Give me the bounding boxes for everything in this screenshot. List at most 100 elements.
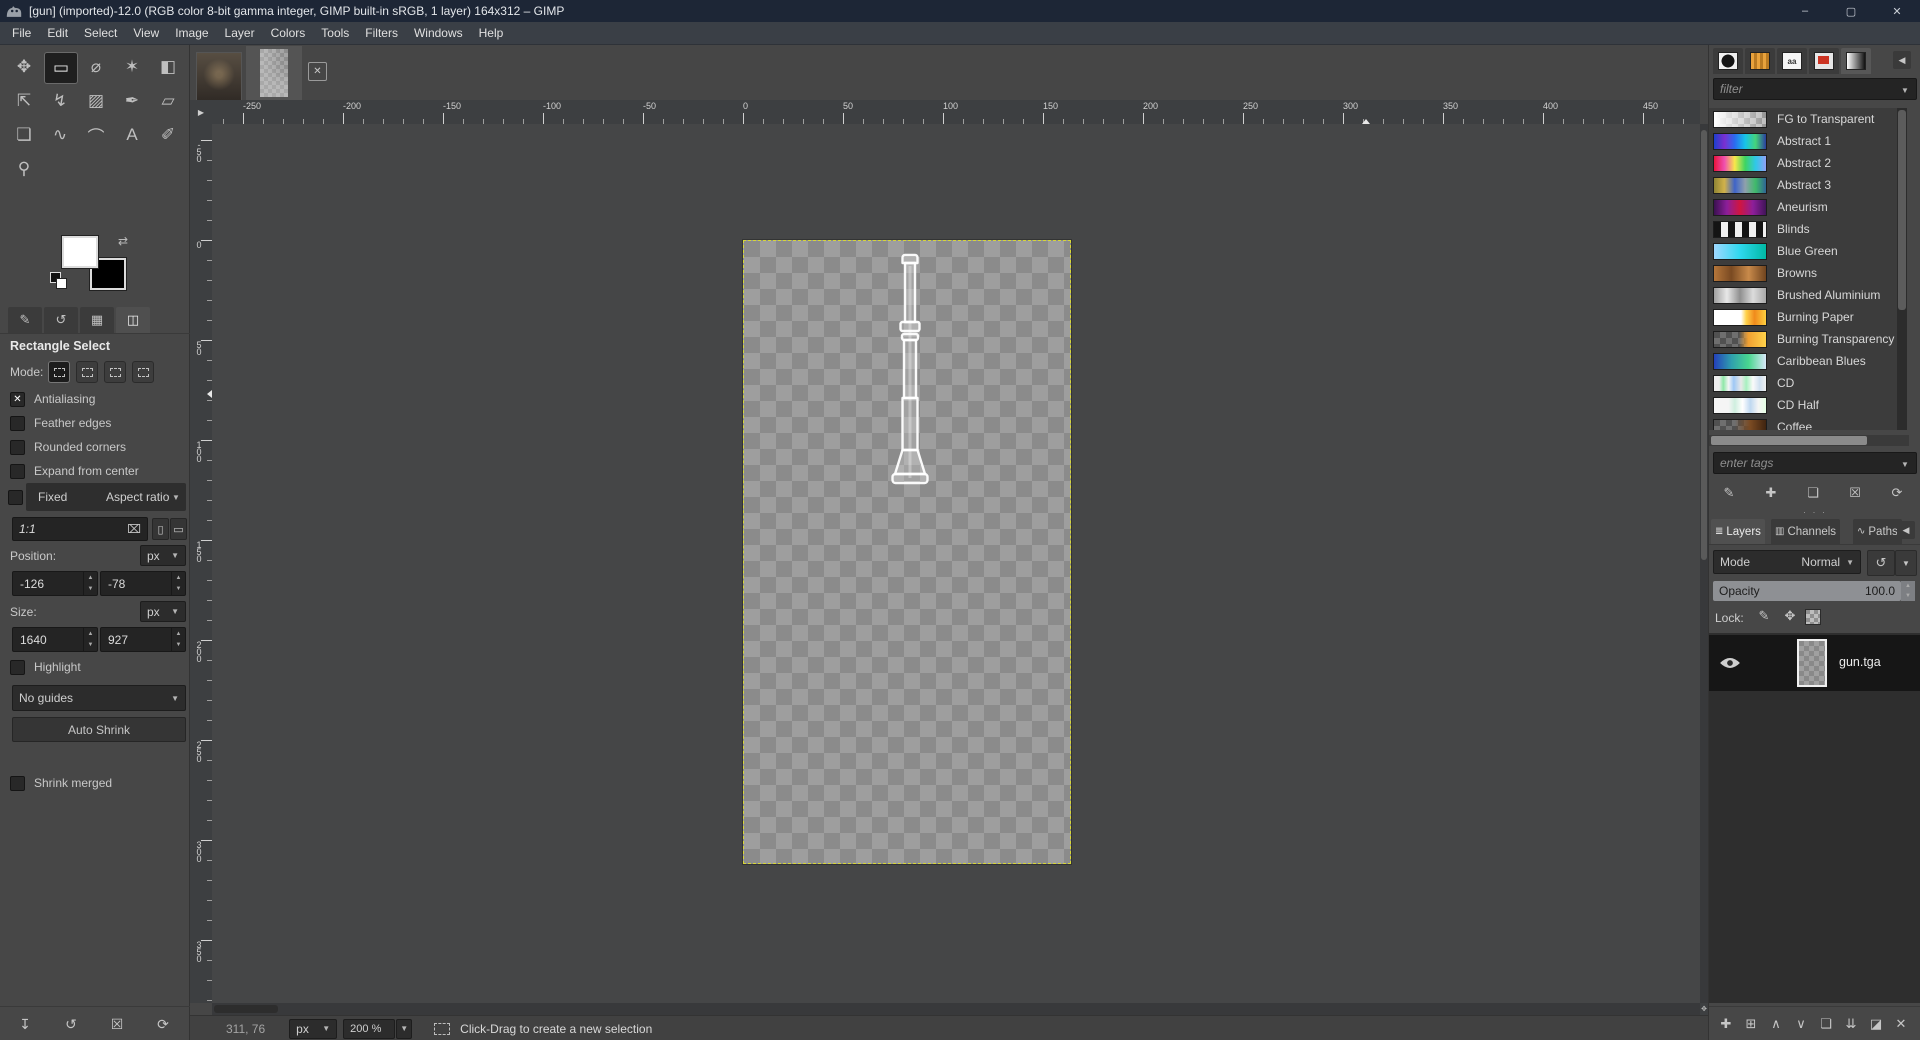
close-button[interactable]: ✕ (1874, 0, 1920, 22)
tags-caret-icon[interactable] (1901, 460, 1909, 469)
layer-row-selected[interactable]: gun.tga (1709, 635, 1920, 691)
tool-option-checkbox[interactable]: Antialiasing (10, 387, 186, 411)
size-height-spinner[interactable] (171, 628, 185, 651)
aspect-ratio-dropdown[interactable]: Aspect ratio (106, 490, 169, 504)
edit-gradient-button[interactable]: ✎ (1717, 481, 1741, 505)
mode-add-button[interactable] (76, 361, 98, 383)
position-y-spinner[interactable] (171, 572, 185, 595)
menu-item[interactable]: View (125, 23, 167, 43)
layer-thumbnail[interactable] (1797, 639, 1827, 687)
navigation-button[interactable]: ✥ (1700, 1003, 1708, 1015)
menu-item[interactable]: Windows (406, 23, 471, 43)
tags-input[interactable] (1713, 452, 1917, 474)
tool-option-checkbox[interactable]: Rounded corners (10, 435, 186, 459)
gradient-item[interactable]: Aneurism (1709, 196, 1897, 218)
tool-options-tab[interactable]: ✎ (8, 307, 42, 333)
warp-tool[interactable]: ↯ (44, 86, 76, 116)
zoom-level-dropdown[interactable]: 200 % (343, 1019, 395, 1039)
position-unit-dropdown[interactable]: px (140, 545, 186, 566)
image-canvas[interactable] (743, 240, 1071, 864)
auto-shrink-button[interactable]: Auto Shrink (12, 717, 186, 742)
fixed-checkbox[interactable] (8, 490, 23, 505)
maximize-button[interactable]: ▢ (1828, 0, 1874, 22)
opacity-slider[interactable]: Opacity 100.0 (1713, 581, 1901, 601)
reset-mode-button[interactable]: ↺ (1867, 550, 1895, 576)
restore-tool-preset-button[interactable]: ↺ (60, 1013, 82, 1035)
lower-layer-button[interactable]: ∨ (1790, 1013, 1812, 1035)
gradient-item[interactable]: CD Half (1709, 394, 1897, 416)
delete-tool-preset-button[interactable]: ☒ (106, 1013, 128, 1035)
raise-layer-button[interactable]: ∧ (1765, 1013, 1787, 1035)
mode-subtract-button[interactable] (104, 361, 126, 383)
menu-item[interactable]: Image (167, 23, 216, 43)
swap-colors-icon[interactable]: ⇄ (118, 234, 128, 248)
size-unit-dropdown[interactable]: px (140, 601, 186, 622)
reset-tool-options-button[interactable]: ⟳ (152, 1013, 174, 1035)
gradient-item[interactable]: Coffee (1709, 416, 1897, 430)
position-y-field[interactable]: -78 (100, 571, 186, 596)
gradient-item[interactable]: Abstract 1 (1709, 130, 1897, 152)
horizontal-ruler[interactable]: -250 -200 -150 -100 -50 0 50 100 150 200… (212, 100, 1700, 125)
gradient-item[interactable]: Abstract 2 (1709, 152, 1897, 174)
canvas-vertical-scrollbar[interactable] (1700, 124, 1708, 1003)
color-picker-tool[interactable]: ✐ (152, 120, 184, 150)
new-gradient-button[interactable]: ✚ (1759, 481, 1783, 505)
foreground-color-swatch[interactable] (62, 236, 98, 268)
gradient-item[interactable]: Blue Green (1709, 240, 1897, 262)
menu-item[interactable]: Edit (39, 23, 76, 43)
menu-item[interactable]: Tools (313, 23, 357, 43)
collapse-layers-dock-icon[interactable]: ◀ (1897, 521, 1915, 539)
scrollbar-thumb[interactable] (1701, 130, 1707, 560)
highlight-checkbox[interactable]: Highlight (10, 655, 199, 679)
menu-item[interactable]: Filters (357, 23, 406, 43)
lock-position-button[interactable]: ✥ (1779, 605, 1801, 627)
size-height-field[interactable]: 927 (100, 627, 186, 652)
duplicate-gradient-button[interactable]: ❏ (1801, 481, 1825, 505)
filter-caret-icon[interactable] (1901, 86, 1909, 95)
menu-item[interactable]: Colors (263, 23, 314, 43)
fonts-tab[interactable]: aa (1777, 48, 1807, 74)
zoom-tool[interactable]: ⚲ (8, 154, 40, 184)
gradient-item[interactable]: Burning Paper (1709, 306, 1897, 328)
tool-option-checkbox[interactable]: Feather edges (10, 411, 186, 435)
gradient-hscrollbar[interactable] (1709, 435, 1909, 446)
gradient-item[interactable]: Blinds (1709, 218, 1897, 240)
layer-name[interactable]: gun.tga (1839, 655, 1881, 669)
dock-resize-handle[interactable]: · · · (1709, 507, 1920, 517)
ruler-origin-button[interactable]: ▶ (190, 100, 213, 125)
gradient-item[interactable]: Brushed Aluminium (1709, 284, 1897, 306)
menu-item[interactable]: Select (76, 23, 125, 43)
clear-ratio-icon[interactable]: ⌧ (126, 521, 142, 537)
mode-intersect-button[interactable] (132, 361, 154, 383)
eraser-tool[interactable]: ▱ (152, 86, 184, 116)
delete-gradient-button[interactable]: ☒ (1843, 481, 1867, 505)
gradient-item[interactable]: Caribbean Blues (1709, 350, 1897, 372)
gradient-tool[interactable]: ▨ (80, 86, 112, 116)
mode-replace-button[interactable] (48, 361, 70, 383)
undo-history-tab[interactable]: ↺ (44, 307, 78, 333)
save-tool-preset-button[interactable]: ↧ (14, 1013, 36, 1035)
guides-dropdown[interactable]: No guides (12, 685, 186, 711)
position-x-spinner[interactable] (83, 572, 97, 595)
gradient-item[interactable]: FG to Transparent (1709, 108, 1897, 130)
channels[interactable]: ▥Channels (1771, 519, 1840, 544)
lock-alpha-button[interactable] (1805, 609, 1821, 625)
scrollbar-thumb[interactable] (1711, 436, 1867, 445)
menu-item[interactable]: Help (471, 23, 512, 43)
position-x-field[interactable]: -126 (12, 571, 98, 596)
canvas-viewport[interactable] (212, 124, 1700, 1003)
size-width-spinner[interactable] (83, 628, 97, 651)
layer-visibility-eye-icon[interactable] (1719, 656, 1741, 670)
bucket-fill-tool[interactable]: ◧ (152, 52, 184, 82)
gradients-tab[interactable] (1841, 48, 1871, 74)
merge-layer-button[interactable]: ⇊ (1840, 1013, 1862, 1035)
device-status-tab[interactable]: ▦ (80, 307, 114, 333)
scrollbar-thumb[interactable] (214, 1005, 278, 1013)
lock-pixels-button[interactable]: ✎ (1753, 605, 1775, 627)
document-history-tab[interactable] (1809, 48, 1839, 74)
size-width-field[interactable]: 1640 (12, 627, 98, 652)
gradient-filter-input[interactable] (1713, 78, 1917, 100)
zoom-caret-button[interactable] (396, 1019, 412, 1039)
gradient-item[interactable]: CD (1709, 372, 1897, 394)
paths-tool[interactable]: ⌒ (80, 120, 112, 150)
